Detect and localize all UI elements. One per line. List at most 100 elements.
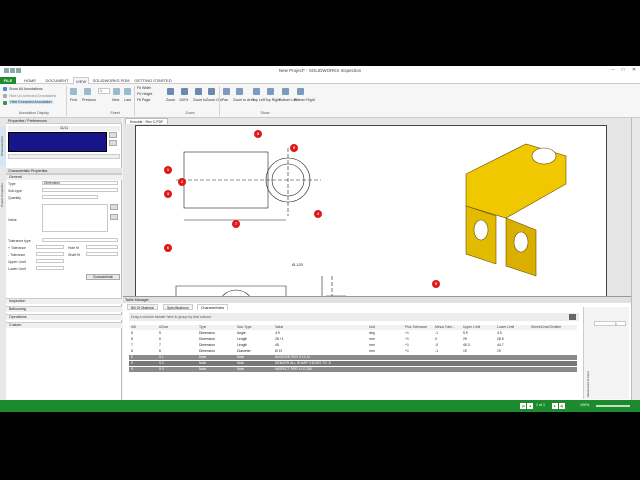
balloon-1[interactable]: 1 <box>164 166 172 174</box>
column-header[interactable]: Lower Limit <box>497 325 514 330</box>
minus-tolerance-input[interactable] <box>36 252 64 256</box>
preview-rotate-button[interactable] <box>109 140 117 146</box>
tolerance-type-select[interactable] <box>42 238 118 242</box>
first-button[interactable]: First <box>70 98 77 102</box>
table-header[interactable]: #ID #Char Type Sub-Type Value Unit Plus Tolera… <box>129 325 577 330</box>
next-button[interactable]: Next <box>112 98 119 102</box>
table-cell: DEBURR ALL SHARP EDGES TO .5 <box>275 361 331 365</box>
document-tab[interactable]: Knuckle - Rev C.PDF <box>125 118 169 124</box>
balloon-3[interactable]: 3 <box>164 190 172 198</box>
last-button[interactable]: Last <box>124 98 131 102</box>
hide-unselected-annotations[interactable]: Hide Un-selected Annotations <box>9 94 56 98</box>
tab-home[interactable]: HOME <box>22 77 38 84</box>
column-header[interactable]: #Char <box>159 325 168 330</box>
upper-limit-input[interactable] <box>36 259 64 263</box>
table-row[interactable]: 5 5 Dimension Angle 4.9 deg +1 -1 5.9 3.9 <box>129 331 577 336</box>
column-header[interactable]: Value <box>275 325 283 330</box>
balloon-4[interactable]: 4 <box>314 210 322 218</box>
value-input[interactable] <box>42 204 108 232</box>
maximize-button[interactable]: □ <box>618 67 628 75</box>
quantity-input[interactable] <box>42 195 98 199</box>
ribbon-tabs: FILE HOME DOCUMENT VIEW SOLIDWORKS PDM G… <box>0 76 640 84</box>
general-section[interactable]: General <box>6 174 122 180</box>
column-header[interactable]: Unit <box>369 325 375 330</box>
subtype-select[interactable] <box>42 188 118 192</box>
lower-limit-input[interactable] <box>36 266 64 270</box>
measurement-value[interactable]: 1 <box>594 321 626 326</box>
ballooning-section[interactable]: Ballooning <box>6 306 122 312</box>
table-cell: +1 <box>405 331 409 335</box>
tab-characteristics[interactable]: Characteristics <box>197 304 229 310</box>
inspection-section[interactable]: Inspection <box>6 298 122 304</box>
fit-width-button[interactable]: Fit Width <box>137 86 151 90</box>
table-row[interactable]: 9 9.3 Note Note INSPECT PER XYZ-250 <box>129 367 577 372</box>
zoom-slider[interactable] <box>596 405 630 407</box>
sheet-group-label: Sheet <box>110 111 120 115</box>
pan-button[interactable]: Pan <box>222 98 228 102</box>
prev-page-button[interactable]: ◂ <box>527 403 533 409</box>
tab-file[interactable]: FILE <box>0 77 16 84</box>
preview-zoom-button[interactable] <box>109 132 117 138</box>
balloon-9[interactable]: 9 <box>432 280 440 288</box>
right-panel-tab[interactable] <box>633 120 640 160</box>
column-header[interactable]: Plus Tolerance <box>405 325 427 330</box>
characteristic-counter: 11/11 <box>8 126 120 131</box>
balloon-7[interactable]: 7 <box>232 220 240 228</box>
custom-section[interactable]: Custom <box>6 322 122 328</box>
last-page-button[interactable]: ▸| <box>559 403 565 409</box>
symbol-button[interactable] <box>110 204 118 210</box>
zoom-button[interactable]: Zoom <box>166 98 175 102</box>
zoom-in-button[interactable]: Zoom In <box>193 98 206 102</box>
top-right-button[interactable]: Top Right <box>265 98 280 102</box>
column-header[interactable]: Sheet/Zone/Gridline <box>531 325 561 330</box>
column-header[interactable]: Upper Limit <box>463 325 480 330</box>
balloon-8[interactable]: 8 <box>254 130 262 138</box>
balloon-6[interactable]: 6 <box>164 244 172 252</box>
shaft-fit-select[interactable] <box>86 252 118 256</box>
hide-extracted-annotation[interactable]: Hide Extracted Annotation <box>9 100 53 104</box>
bottom-right-button[interactable]: Bottom Right <box>294 98 315 102</box>
zoom-100-button[interactable]: 100% <box>179 98 188 102</box>
bottom-right-icon <box>297 88 304 95</box>
tab-getting-started[interactable]: GETTING STARTED <box>134 77 172 84</box>
balloon-2[interactable]: 2 <box>178 178 186 186</box>
tab-characteristics[interactable]: Characteristics <box>0 126 6 166</box>
bottom-left-icon <box>282 88 289 95</box>
type-select[interactable]: Dimension <box>42 181 118 185</box>
table-row[interactable]: 6 6 Dimension Length 28 +1 mm +1 0 29 28.5 <box>129 337 577 342</box>
symbol-button[interactable] <box>110 214 118 220</box>
table-row[interactable]: 7 7 Dimension Length 45 mm +1 -0 45.3 44.7 <box>129 343 577 348</box>
hole-fit-select[interactable] <box>86 245 118 249</box>
first-page-icon <box>70 88 77 95</box>
page-number-input[interactable]: 1 <box>98 88 110 94</box>
column-header[interactable]: #ID <box>131 325 136 330</box>
top-left-button[interactable]: Top Left <box>252 98 265 102</box>
first-page-button[interactable]: |◂ <box>520 403 526 409</box>
plus-tolerance-input[interactable] <box>36 245 64 249</box>
fit-page-button[interactable]: Fit Page <box>137 98 150 102</box>
upper-limit-label: Upper Limit <box>8 260 26 264</box>
show-all-annotations[interactable]: Show All Annotations <box>9 87 43 91</box>
fit-height-button[interactable]: Fit Height <box>137 92 152 96</box>
column-header[interactable]: Minus Toler... <box>435 325 455 330</box>
balloon-5[interactable]: 5 <box>290 144 298 152</box>
table-row[interactable]: 8 8 Dimension Diameter Ø 19 mm +1 -1 19 19 <box>129 349 577 354</box>
column-header[interactable]: Sub-Type <box>237 325 252 330</box>
table-options-icon[interactable] <box>569 314 576 320</box>
tab-solidworks-pdm[interactable]: SOLIDWORKS PDM <box>91 77 131 84</box>
tab-specifications[interactable]: Specifications <box>163 304 193 310</box>
minimize-button[interactable]: – <box>608 67 618 75</box>
column-header[interactable]: Type <box>199 325 206 330</box>
tab-bill-of-material[interactable]: Bill Of Material <box>127 304 158 310</box>
table-row[interactable]: 9 9.2 Note Note DEBURR ALL SHARP EDGES TO .5 <box>129 361 577 366</box>
tab-document[interactable]: DOCUMENT <box>44 77 70 84</box>
table-cell: ANODIZE PER XYZ-10 <box>275 355 311 359</box>
next-page-button[interactable]: ▸ <box>552 403 558 409</box>
characteristic-button[interactable]: Characteristic <box>86 274 120 280</box>
previous-button[interactable]: Previous <box>82 98 96 102</box>
operations-section[interactable]: Operations <box>6 314 122 320</box>
tab-view[interactable]: VIEW <box>73 77 89 84</box>
close-button[interactable]: ✕ <box>629 67 639 75</box>
preview-scroll[interactable] <box>8 154 120 159</box>
table-row[interactable]: 9 9.1 Note Note ANODIZE PER XYZ-10 <box>129 355 577 360</box>
